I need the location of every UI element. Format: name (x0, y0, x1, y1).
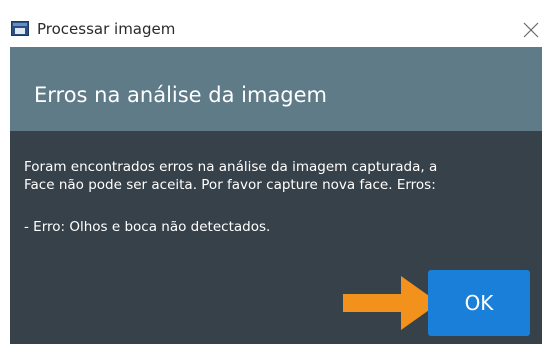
app-window: Processar imagem Erros na análise da ima… (0, 0, 549, 347)
dialog-title: Erros na análise da imagem (34, 83, 328, 107)
message-line-1: Foram encontrados erros na análise da im… (24, 159, 438, 175)
error-detail: - Erro: Olhos e boca não detectados. (24, 219, 271, 235)
error-dialog: Erros na análise da imagem Foram encontr… (10, 47, 542, 344)
window-title: Processar imagem (37, 20, 176, 38)
close-icon[interactable] (519, 18, 543, 42)
dialog-header: Erros na análise da imagem (10, 47, 542, 131)
app-window-icon (11, 21, 29, 36)
title-bar: Processar imagem (0, 0, 549, 47)
ok-button[interactable]: OK (428, 270, 530, 336)
error-message: Foram encontrados erros na análise da im… (24, 158, 529, 236)
arrow-right-icon (343, 276, 439, 330)
message-line-2: Face não pode ser aceita. Por favor capt… (24, 177, 436, 193)
